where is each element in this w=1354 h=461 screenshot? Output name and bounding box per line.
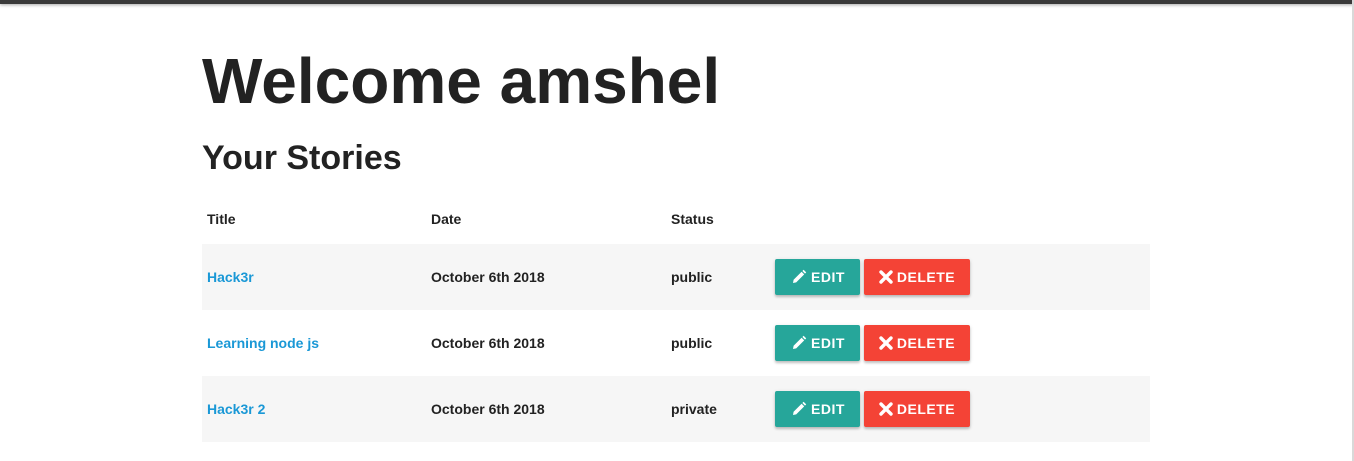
pencil-icon — [793, 401, 807, 415]
top-nav-bar — [0, 0, 1354, 4]
story-status-cell: public — [666, 244, 770, 310]
story-status-cell: public — [671, 335, 713, 351]
column-header-actions — [770, 194, 1150, 244]
welcome-heading: Welcome amshel — [202, 45, 721, 117]
table-body: Hack3r October 6th 2018 public EDIT DELE… — [202, 244, 1150, 442]
edit-button-label: EDIT — [811, 401, 845, 417]
story-actions-cell: EDIT DELETE — [770, 376, 1150, 442]
story-actions-cell: EDIT DELETE — [770, 244, 1150, 310]
column-header-date: Date — [431, 211, 462, 227]
story-title-cell: Learning node js — [202, 310, 426, 376]
table-row: Learning node js October 6th 2018 public… — [202, 310, 1150, 376]
story-title-link[interactable]: Hack3r — [207, 269, 254, 285]
pencil-icon — [793, 335, 807, 349]
delete-button-label: DELETE — [896, 269, 956, 285]
story-title-cell: Hack3r — [202, 244, 426, 310]
story-date-cell: October 6th 2018 — [431, 335, 545, 351]
table-header: Title Date Status — [202, 194, 1150, 244]
column-header-status: Status — [671, 211, 714, 227]
times-icon — [879, 270, 893, 284]
delete-button[interactable]: DELETE — [863, 259, 971, 295]
edit-button[interactable]: EDIT — [775, 259, 860, 295]
delete-button-label: DELETE — [896, 401, 956, 417]
edit-button[interactable]: EDIT — [775, 391, 860, 427]
edit-button[interactable]: EDIT — [775, 325, 860, 361]
edit-button-label: EDIT — [811, 269, 845, 285]
delete-button-label: DELETE — [896, 335, 956, 351]
story-title-link[interactable]: Learning node js — [207, 335, 319, 351]
edit-button-label: EDIT — [811, 335, 845, 351]
table-row: Hack3r 2 October 6th 2018 private EDIT D… — [202, 376, 1150, 442]
table-row: Hack3r October 6th 2018 public EDIT DELE… — [202, 244, 1150, 310]
story-title-link[interactable]: Hack3r 2 — [207, 401, 265, 417]
delete-button[interactable]: DELETE — [863, 325, 971, 361]
delete-button[interactable]: DELETE — [863, 391, 971, 427]
table-header-row: Title Date Status — [202, 194, 1150, 244]
story-title-cell: Hack3r 2 — [202, 376, 426, 442]
story-actions-cell: EDIT DELETE — [770, 310, 1150, 376]
column-header-title: Title — [207, 211, 236, 227]
story-date-cell: October 6th 2018 — [426, 376, 666, 442]
times-icon — [879, 402, 893, 416]
pencil-icon — [793, 269, 807, 283]
stories-table: Title Date Status Hack3r October 6th 201… — [202, 194, 1150, 442]
story-date-cell: October 6th 2018 — [426, 244, 666, 310]
stories-heading: Your Stories — [202, 139, 402, 177]
story-status-cell: private — [666, 376, 770, 442]
times-icon — [879, 336, 893, 350]
